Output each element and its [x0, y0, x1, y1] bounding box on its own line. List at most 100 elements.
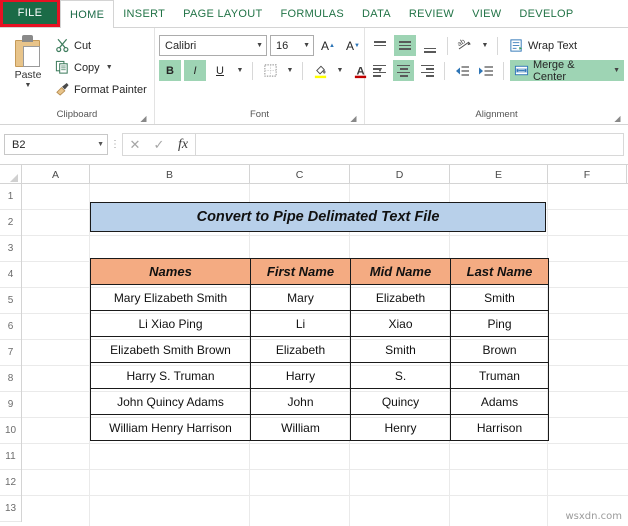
- cell-last-name[interactable]: Ping: [450, 310, 549, 337]
- cell-first-name[interactable]: Li: [250, 310, 351, 337]
- font-name-combobox[interactable]: Calibri ▼: [159, 35, 267, 56]
- row-header-3[interactable]: 3: [0, 236, 21, 262]
- insert-function-icon[interactable]: fx: [171, 134, 195, 155]
- decrease-font-size-button[interactable]: A ▼: [342, 35, 364, 56]
- bold-button[interactable]: B: [159, 60, 181, 81]
- cell-mid-name[interactable]: S.: [350, 362, 451, 389]
- column-header-a[interactable]: A: [22, 165, 90, 184]
- font-size-combobox[interactable]: 16 ▼: [270, 35, 314, 56]
- row-header-9[interactable]: 9: [0, 392, 21, 418]
- increase-font-size-button[interactable]: A ▲: [317, 35, 339, 56]
- cell-full-name[interactable]: William Henry Harrison: [90, 414, 251, 441]
- select-all-corner[interactable]: [0, 165, 22, 184]
- decrease-indent-button[interactable]: [451, 60, 472, 81]
- font-dialog-launcher-icon[interactable]: ◢: [349, 114, 358, 123]
- column-header-first-name[interactable]: First Name: [250, 258, 351, 285]
- chevron-down-icon[interactable]: ▼: [97, 141, 104, 148]
- cell-full-name[interactable]: John Quincy Adams: [90, 388, 251, 415]
- italic-button[interactable]: I: [184, 60, 206, 81]
- cell-last-name[interactable]: Adams: [450, 388, 549, 415]
- increase-indent-button[interactable]: [476, 60, 497, 81]
- orientation-dropdown-caret-icon[interactable]: ▼: [479, 35, 491, 56]
- align-bottom-button[interactable]: [419, 35, 441, 56]
- row-header-11[interactable]: 11: [0, 444, 21, 470]
- fill-color-dropdown-caret-icon[interactable]: ▼: [334, 60, 346, 81]
- orientation-button[interactable]: ab: [454, 35, 476, 56]
- align-center-button[interactable]: [393, 60, 415, 81]
- merge-center-dropdown-caret-icon[interactable]: ▼: [613, 67, 620, 74]
- name-box[interactable]: B2 ▼: [4, 134, 108, 155]
- borders-button[interactable]: [259, 60, 281, 81]
- copy-dropdown-caret-icon[interactable]: ▼: [106, 64, 113, 71]
- clipboard-dialog-launcher-icon[interactable]: ◢: [139, 114, 148, 123]
- column-header-c[interactable]: C: [250, 165, 350, 184]
- cell-mid-name[interactable]: Xiao: [350, 310, 451, 337]
- column-header-f[interactable]: F: [548, 165, 627, 184]
- cell-mid-name[interactable]: Elizabeth: [350, 284, 451, 311]
- row-header-6[interactable]: 6: [0, 314, 21, 340]
- cell-first-name[interactable]: William: [250, 414, 351, 441]
- cell-first-name[interactable]: John: [250, 388, 351, 415]
- file-tab[interactable]: FILE: [3, 1, 57, 25]
- row-header-2[interactable]: 2: [0, 210, 21, 236]
- row-header-12[interactable]: 12: [0, 470, 21, 496]
- underline-dropdown-caret-icon[interactable]: ▼: [234, 60, 246, 81]
- row-header-8[interactable]: 8: [0, 366, 21, 392]
- paste-dropdown-caret-icon[interactable]: ▼: [25, 82, 32, 89]
- cell-first-name[interactable]: Harry: [250, 362, 351, 389]
- copy-button[interactable]: Copy ▼: [52, 58, 149, 77]
- chevron-down-icon[interactable]: ▼: [299, 42, 310, 49]
- wrap-text-button[interactable]: Wrap Text: [504, 35, 581, 56]
- fill-color-button[interactable]: [309, 60, 331, 81]
- cell-last-name[interactable]: Truman: [450, 362, 549, 389]
- row-header-7[interactable]: 7: [0, 340, 21, 366]
- cancel-icon[interactable]: ✕: [123, 134, 147, 155]
- cell-full-name[interactable]: Li Xiao Ping: [90, 310, 251, 337]
- tab-page-layout[interactable]: PAGE LAYOUT: [174, 1, 271, 27]
- underline-button[interactable]: U: [209, 60, 231, 81]
- align-top-button[interactable]: [369, 35, 391, 56]
- column-header-b[interactable]: B: [90, 165, 250, 184]
- alignment-dialog-launcher-icon[interactable]: ◢: [613, 114, 622, 123]
- align-right-button[interactable]: [417, 60, 438, 81]
- column-header-last-name[interactable]: Last Name: [450, 258, 549, 285]
- cell-last-name[interactable]: Harrison: [450, 414, 549, 441]
- align-left-button[interactable]: [369, 60, 390, 81]
- row-header-5[interactable]: 5: [0, 288, 21, 314]
- row-header-4[interactable]: 4: [0, 262, 21, 288]
- column-header-names[interactable]: Names: [90, 258, 251, 285]
- cell-last-name[interactable]: Smith: [450, 284, 549, 311]
- borders-dropdown-caret-icon[interactable]: ▼: [284, 60, 296, 81]
- column-header-e[interactable]: E: [450, 165, 548, 184]
- cell-mid-name[interactable]: Smith: [350, 336, 451, 363]
- formula-input[interactable]: [195, 133, 624, 156]
- formula-bar-grip[interactable]: ⋮: [108, 139, 122, 150]
- cell-full-name[interactable]: Harry S. Truman: [90, 362, 251, 389]
- align-middle-button[interactable]: [394, 35, 416, 56]
- cell-first-name[interactable]: Elizabeth: [250, 336, 351, 363]
- cut-button[interactable]: Cut: [52, 36, 149, 55]
- format-painter-button[interactable]: Format Painter: [52, 80, 149, 99]
- chevron-down-icon[interactable]: ▼: [252, 42, 263, 49]
- cell-last-name[interactable]: Brown: [450, 336, 549, 363]
- column-header-d[interactable]: D: [350, 165, 450, 184]
- tab-data[interactable]: DATA: [353, 1, 400, 27]
- cell-full-name[interactable]: Elizabeth Smith Brown: [90, 336, 251, 363]
- tab-view[interactable]: VIEW: [463, 1, 510, 27]
- row-header-1[interactable]: 1: [0, 184, 21, 210]
- row-header-13[interactable]: 13: [0, 496, 21, 522]
- cell-full-name[interactable]: Mary Elizabeth Smith: [90, 284, 251, 311]
- cell-mid-name[interactable]: Quincy: [350, 388, 451, 415]
- merge-and-center-button[interactable]: Merge & Center ▼: [509, 59, 625, 83]
- tab-formulas[interactable]: FORMULAS: [271, 1, 353, 27]
- cell-mid-name[interactable]: Henry: [350, 414, 451, 441]
- tab-insert[interactable]: INSERT: [114, 1, 174, 27]
- sheet-title-cell[interactable]: Convert to Pipe Delimated Text File: [90, 202, 546, 232]
- confirm-icon[interactable]: ✓: [147, 134, 171, 155]
- row-header-10[interactable]: 10: [0, 418, 21, 444]
- tab-home[interactable]: HOME: [60, 0, 115, 28]
- cell-first-name[interactable]: Mary: [250, 284, 351, 311]
- column-header-mid-name[interactable]: Mid Name: [350, 258, 451, 285]
- tab-developer[interactable]: DEVELOP: [510, 1, 582, 27]
- cells-area[interactable]: Convert to Pipe Delimated Text File Name…: [22, 184, 628, 526]
